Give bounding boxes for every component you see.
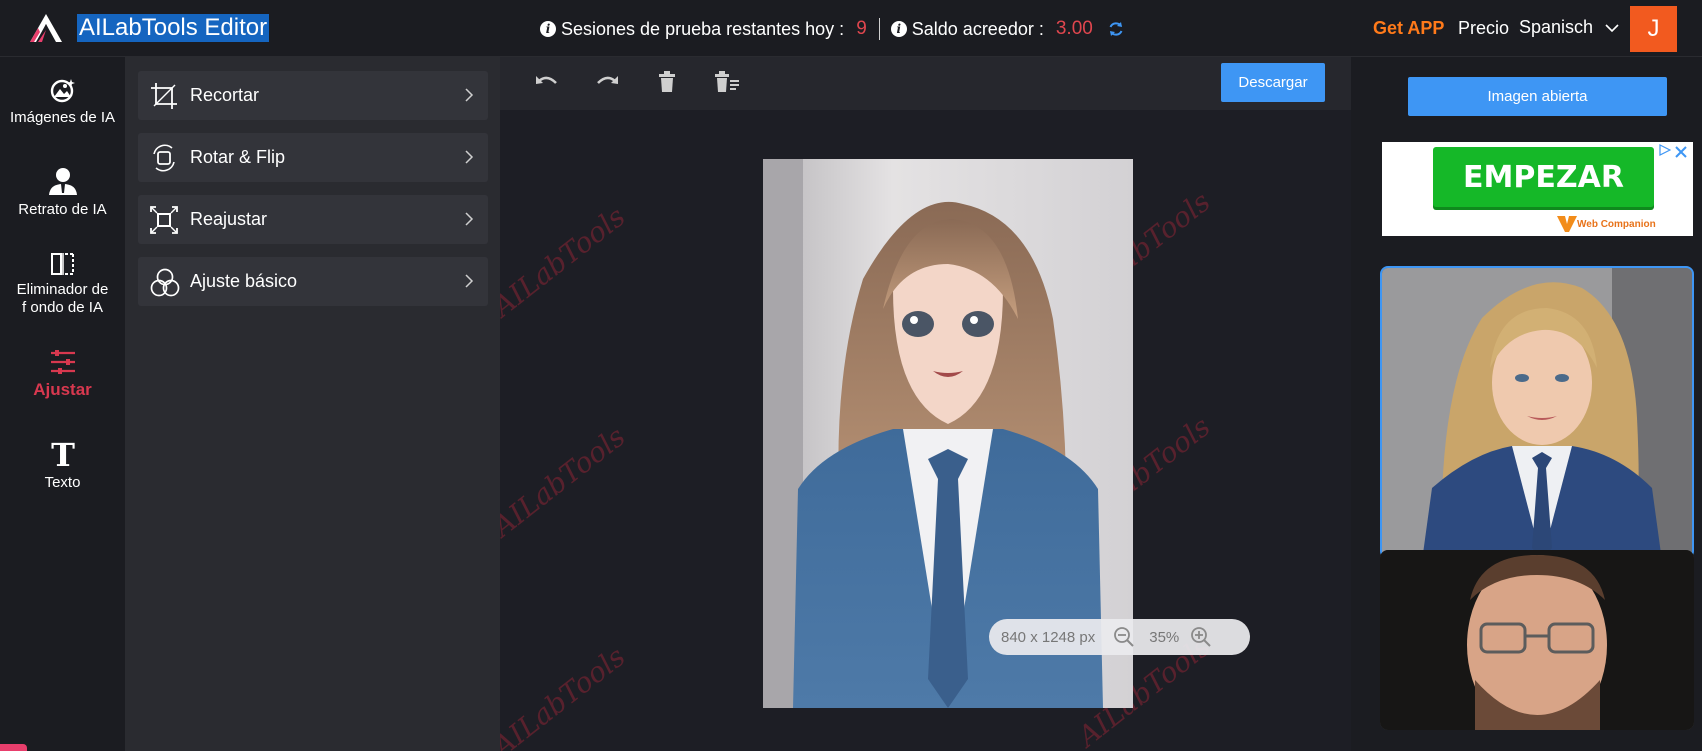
right-panel: Imagen abierta EMPEZAR Web Companion xyxy=(1351,57,1702,751)
settings-button[interactable] xyxy=(0,744,27,751)
editor-canvas-area: Descargar AILabTools AILabTools AILabToo… xyxy=(500,57,1351,751)
sidebar-item-adjust[interactable]: Ajustar xyxy=(0,350,125,400)
credit-balance-value: 3.00 xyxy=(1055,18,1093,39)
user-avatar[interactable]: J xyxy=(1630,6,1677,52)
man-portrait-image xyxy=(1380,550,1694,730)
rotate-flip-icon xyxy=(153,144,175,172)
ailabtools-logo-icon[interactable] xyxy=(28,12,64,44)
divider xyxy=(878,18,880,40)
app-title: AILabTools Editor xyxy=(77,14,270,42)
info-icon: i xyxy=(540,21,556,37)
tool-label: Reajustar xyxy=(190,209,268,229)
thumbnail-man-portrait[interactable] xyxy=(1380,550,1694,730)
tool-label: Recortar xyxy=(190,85,260,105)
sidebar-item-text[interactable]: T Texto xyxy=(0,440,125,491)
image-stage[interactable]: AILabTools AILabTools AILabTools AILabTo… xyxy=(500,110,1351,751)
sidebar-item-label: Texto xyxy=(44,474,81,491)
background-remover-icon xyxy=(50,253,74,275)
ad-info-icon[interactable] xyxy=(1659,144,1671,156)
credit-balance-label: Saldo acreedor : xyxy=(911,18,1044,39)
sidebar-item-ai-images[interactable]: Imágenes de IA xyxy=(0,77,125,126)
basic-adjust-icon xyxy=(150,268,180,297)
trial-sessions-count: 9 xyxy=(856,18,867,39)
chevron-right-icon xyxy=(465,274,474,288)
sidebar-item-bg-remover[interactable]: Eliminador de f ondo de IA xyxy=(0,253,125,317)
tool-resize[interactable]: Reajustar xyxy=(138,195,488,244)
left-sidebar: Imágenes de IA Retrato de IA Eliminador … xyxy=(0,57,125,751)
chevron-down-icon xyxy=(1605,23,1619,32)
adjust-tool-panel: Recortar Rotar & Flip Reajustar Ajuste b… xyxy=(125,57,500,751)
ad-start-button[interactable]: EMPEZAR xyxy=(1433,147,1654,207)
pricing-link[interactable]: Precio xyxy=(1458,18,1509,39)
chevron-right-icon xyxy=(465,212,474,226)
tool-rotate-flip[interactable]: Rotar & Flip xyxy=(138,133,488,182)
zoom-out-icon[interactable] xyxy=(1113,626,1135,648)
refresh-icon[interactable] xyxy=(1107,20,1125,38)
web-companion-logo-icon xyxy=(1557,216,1577,232)
sidebar-item-ai-portrait[interactable]: Retrato de IA xyxy=(0,167,125,218)
chevron-right-icon xyxy=(465,150,474,164)
undo-icon[interactable] xyxy=(534,71,560,93)
thumbnail-woman-portrait[interactable] xyxy=(1380,266,1694,559)
editor-toolbar: Descargar xyxy=(500,57,1351,110)
advertisement[interactable]: EMPEZAR Web Companion xyxy=(1382,142,1693,236)
top-header: AILabTools Editor i Sesiones de prueba r… xyxy=(0,0,1702,57)
ai-image-icon xyxy=(50,79,75,103)
sidebar-item-label: Ajustar xyxy=(33,380,92,399)
tool-label: Rotar & Flip xyxy=(190,147,286,167)
ad-brand: Web Companion xyxy=(1557,216,1656,232)
watermark: AILabTools xyxy=(500,419,632,544)
watermark: AILabTools xyxy=(500,199,632,324)
language-select[interactable]: Spanisch xyxy=(1519,17,1619,38)
sidebar-item-label: Retrato de IA xyxy=(18,201,107,218)
close-icon[interactable] xyxy=(1673,144,1689,160)
get-app-link[interactable]: Get APP xyxy=(1373,18,1444,39)
text-icon: T xyxy=(51,440,75,468)
zoom-level: 35% xyxy=(1149,628,1180,646)
tool-crop[interactable]: Recortar xyxy=(138,71,488,120)
svg-text:T: T xyxy=(51,440,75,468)
adjust-sliders-icon xyxy=(50,350,75,374)
sidebar-item-label: Eliminador de f ondo de IA xyxy=(16,281,109,316)
portrait-icon xyxy=(48,168,77,195)
chevron-right-icon xyxy=(465,88,474,102)
resize-icon xyxy=(150,206,178,234)
crop-icon xyxy=(151,83,177,109)
clear-all-icon[interactable] xyxy=(714,71,740,93)
open-image-button[interactable]: Imagen abierta xyxy=(1408,77,1667,116)
redo-icon[interactable] xyxy=(594,71,620,93)
sidebar-item-label: Imágenes de IA xyxy=(9,109,116,126)
delete-icon[interactable] xyxy=(657,71,677,93)
watermark: AILabTools xyxy=(500,639,632,751)
zoom-control: 840 x 1248 px 35% xyxy=(989,619,1250,655)
trial-sessions-label: Sesiones de prueba restantes hoy : xyxy=(561,18,845,39)
tool-basic-adjust[interactable]: Ajuste básico xyxy=(138,257,488,306)
zoom-in-icon[interactable] xyxy=(1190,626,1212,648)
woman-portrait-image xyxy=(1382,268,1692,557)
image-dimensions: 840 x 1248 px xyxy=(1001,628,1096,646)
info-icon: i xyxy=(890,21,907,37)
download-button[interactable]: Descargar xyxy=(1221,63,1325,102)
session-info: i Sesiones de prueba restantes hoy : 9 i… xyxy=(540,18,1125,40)
tool-label: Ajuste básico xyxy=(190,271,298,291)
language-label: Spanisch xyxy=(1519,17,1594,37)
ad-brand-label: Web Companion xyxy=(1577,218,1656,230)
